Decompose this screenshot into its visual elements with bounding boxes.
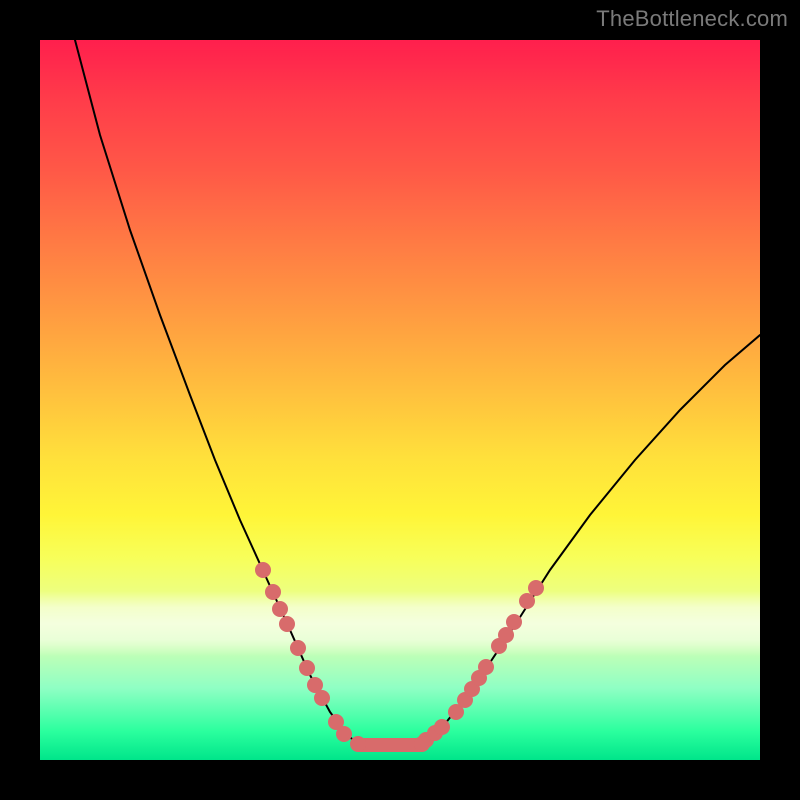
data-marker [528,580,544,596]
data-marker [506,614,522,630]
data-marker [414,736,430,752]
data-marker [290,640,306,656]
chart-frame: TheBottleneck.com [0,0,800,800]
attribution-text: TheBottleneck.com [596,6,788,32]
data-marker [434,719,450,735]
data-marker [272,601,288,617]
data-marker [299,660,315,676]
markers-left [255,562,352,742]
data-marker [478,659,494,675]
markers-right [418,580,544,748]
data-marker [314,690,330,706]
data-marker [265,584,281,600]
data-marker [255,562,271,578]
curve-left-branch [75,40,360,745]
data-marker [279,616,295,632]
plot-area [40,40,760,760]
data-marker [519,593,535,609]
data-marker [336,726,352,742]
chart-svg [40,40,760,760]
data-marker [350,736,366,752]
